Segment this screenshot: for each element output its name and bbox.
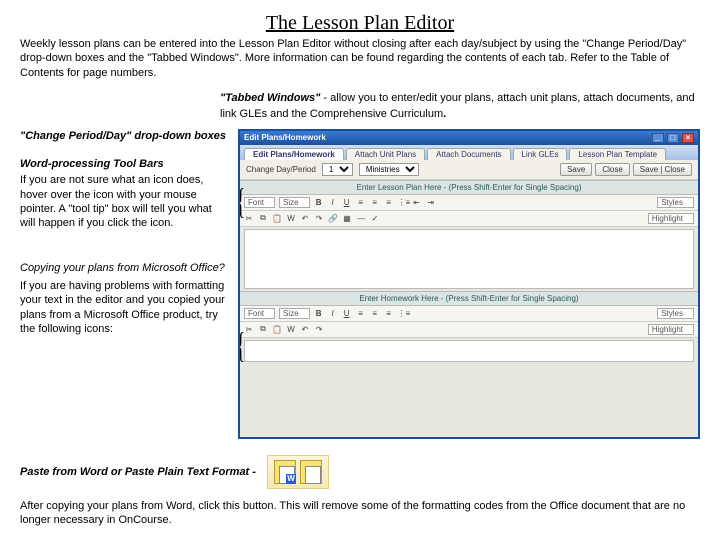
- list-icon[interactable]: ⋮≡: [398, 198, 408, 207]
- lesson-plan-editor[interactable]: [244, 229, 694, 289]
- tab-edit-plans[interactable]: Edit Plans/Homework: [244, 148, 344, 160]
- day-select[interactable]: 1: [322, 163, 353, 176]
- align-center-icon-2[interactable]: ≡: [370, 309, 380, 318]
- copying-question: Copying your plans from Microsoft Office…: [20, 261, 230, 275]
- paste-icon-2[interactable]: 📋: [272, 325, 282, 334]
- brace-icon-2: {: [238, 331, 245, 359]
- app-screenshot: Edit Plans/Homework _ □ × Edit Plans/Hom…: [238, 129, 700, 439]
- window-titlebar: Edit Plans/Homework _ □ ×: [240, 131, 698, 145]
- homework-panel-title: Enter Homework Here - (Press Shift-Enter…: [240, 291, 698, 306]
- cut-icon[interactable]: ✂: [244, 214, 254, 223]
- tab-template[interactable]: Lesson Plan Template: [569, 148, 666, 160]
- size-select[interactable]: Size: [279, 197, 310, 208]
- highlight-select-2[interactable]: Highlight: [648, 324, 694, 335]
- copy-icon[interactable]: ⧉: [258, 213, 268, 223]
- undo-icon-2[interactable]: ↶: [300, 325, 310, 334]
- page-title: The Lesson Plan Editor: [20, 12, 700, 35]
- intro-text: Weekly lesson plans can be entered into …: [20, 37, 700, 80]
- paste-word-icon-2[interactable]: W: [286, 325, 296, 334]
- control-bar: Change Day/Period 1 Ministries Save Clos…: [240, 160, 698, 180]
- outdent-icon[interactable]: ⇤: [412, 198, 422, 207]
- align-right-icon[interactable]: ≡: [384, 198, 394, 207]
- tab-documents[interactable]: Attach Documents: [427, 148, 510, 160]
- font-select-2[interactable]: Font: [244, 308, 275, 319]
- brace-icon: {: [238, 187, 245, 215]
- minimize-button[interactable]: _: [652, 133, 664, 143]
- list-icon-2[interactable]: ⋮≡: [398, 309, 408, 318]
- period-select[interactable]: Ministries: [359, 163, 419, 176]
- italic-icon[interactable]: I: [328, 198, 338, 207]
- tab-unit-plans[interactable]: Attach Unit Plans: [346, 148, 425, 160]
- homework-editor[interactable]: [244, 340, 694, 362]
- bold-icon[interactable]: B: [314, 198, 324, 207]
- link-icon[interactable]: 🔗: [328, 214, 338, 223]
- highlight-select[interactable]: Highlight: [648, 213, 694, 224]
- change-day-period-label: Change Day/Period: [246, 165, 316, 174]
- undo-icon[interactable]: ↶: [300, 214, 310, 223]
- lesson-plan-panel-title: Enter Lesson Plan Here - (Press Shift-En…: [240, 180, 698, 195]
- paste-label: Paste from Word or Paste Plain Text Form…: [20, 466, 256, 478]
- paste-plain-text-icon[interactable]: [300, 460, 322, 484]
- toolbar-2-row2: ✂ ⧉ 📋 W ↶ ↷ Highlight: [240, 322, 698, 338]
- toolbar-1-row1: Font Size B I U ≡ ≡ ≡ ⋮≡ ⇤ ⇥ Styles: [240, 195, 698, 211]
- styles-select-2[interactable]: Styles: [657, 308, 694, 319]
- change-period-label: "Change Period/Day" drop-down boxes: [20, 129, 230, 143]
- tabs-row: Edit Plans/Homework Attach Unit Plans At…: [240, 145, 698, 160]
- align-center-icon[interactable]: ≡: [370, 198, 380, 207]
- italic-icon-2[interactable]: I: [328, 309, 338, 318]
- redo-icon-2[interactable]: ↷: [314, 325, 324, 334]
- wp-toolbars-text: If you are not sure what an icon does, h…: [20, 173, 230, 230]
- hr-icon[interactable]: —: [356, 214, 366, 223]
- copying-text: If you are having problems with formatti…: [20, 279, 230, 336]
- close-btn[interactable]: Close: [595, 163, 629, 176]
- tab-gles[interactable]: Link GLEs: [513, 148, 568, 160]
- bold-icon-2[interactable]: B: [314, 309, 324, 318]
- maximize-button[interactable]: □: [667, 133, 679, 143]
- paste-from-word-icon[interactable]: [274, 460, 296, 484]
- cut-icon-2[interactable]: ✂: [244, 325, 254, 334]
- paste-word-icon[interactable]: W: [286, 214, 296, 223]
- spell-icon[interactable]: ✓: [370, 214, 380, 223]
- tabbed-windows-note: "Tabbed Windows" - allow you to enter/ed…: [220, 90, 700, 123]
- wp-toolbars-label: Word-processing Tool Bars: [20, 157, 230, 171]
- paste-icon[interactable]: 📋: [272, 214, 282, 223]
- tabbed-label: "Tabbed Windows": [220, 92, 320, 104]
- size-select-2[interactable]: Size: [279, 308, 310, 319]
- font-select[interactable]: Font: [244, 197, 275, 208]
- annotations-column: "Change Period/Day" drop-down boxes Word…: [20, 129, 230, 439]
- redo-icon[interactable]: ↷: [314, 214, 324, 223]
- align-left-icon-2[interactable]: ≡: [356, 309, 366, 318]
- align-left-icon[interactable]: ≡: [356, 198, 366, 207]
- toolbar-2-row1: Font Size B I U ≡ ≡ ≡ ⋮≡ Styles: [240, 306, 698, 322]
- save-button[interactable]: Save: [560, 163, 592, 176]
- paste-icons-box: [267, 455, 329, 489]
- table-icon[interactable]: ▦: [342, 214, 352, 223]
- styles-select[interactable]: Styles: [657, 197, 694, 208]
- window-title: Edit Plans/Homework: [244, 133, 326, 142]
- save-close-button[interactable]: Save | Close: [633, 163, 692, 176]
- close-button[interactable]: ×: [682, 133, 694, 143]
- paste-after-text: After copying your plans from Word, clic…: [20, 499, 700, 528]
- underline-icon-2[interactable]: U: [342, 309, 352, 318]
- copy-icon-2[interactable]: ⧉: [258, 324, 268, 334]
- indent-icon[interactable]: ⇥: [426, 198, 436, 207]
- align-right-icon-2[interactable]: ≡: [384, 309, 394, 318]
- toolbar-1-row2: ✂ ⧉ 📋 W ↶ ↷ 🔗 ▦ — ✓ Highlight: [240, 211, 698, 227]
- underline-icon[interactable]: U: [342, 198, 352, 207]
